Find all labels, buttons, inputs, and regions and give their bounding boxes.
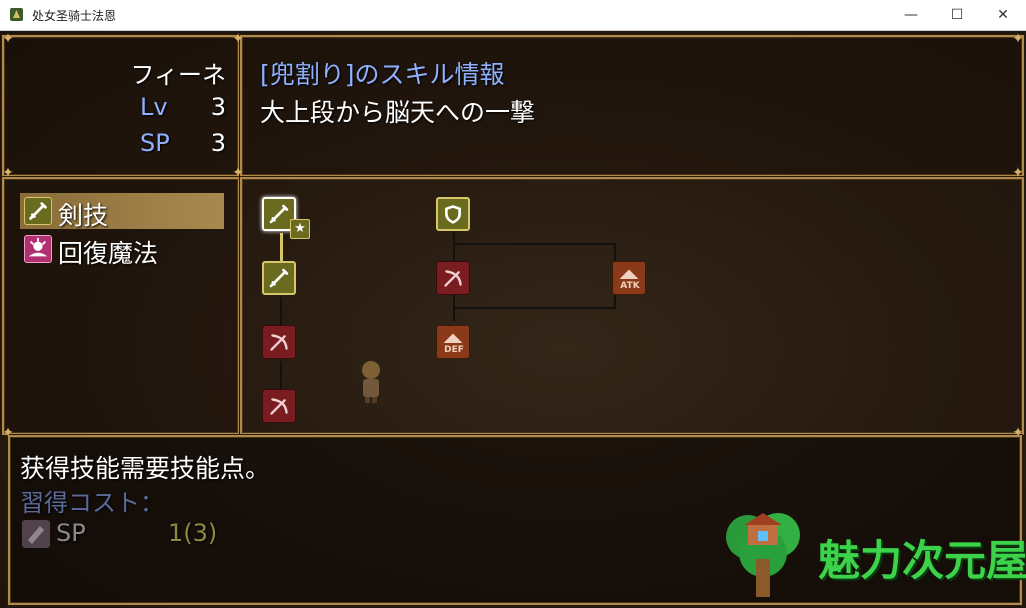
game-screen: フィーネ Lv 3 SP 3 [兜割り]のスキル情報 大上段から脳天への一撃 剣… [0, 31, 1026, 608]
scroll-icon [22, 520, 50, 548]
tree-connector [454, 307, 614, 309]
cost-label: 習得コスト： [20, 489, 164, 517]
tree-connector [280, 361, 282, 391]
tree-connector [453, 291, 455, 321]
minimize-button[interactable]: — [888, 0, 934, 30]
skill-description: 大上段から脳天への一撃 [260, 98, 536, 127]
category-panel: 剣技 回復魔法 [2, 177, 240, 435]
tree-connector [453, 233, 455, 263]
status-panel: フィーネ Lv 3 SP 3 [2, 35, 240, 177]
tree-connector [454, 243, 614, 245]
category-label-heal-magic: 回復魔法 [58, 239, 159, 268]
watermark-text: 魅力次元屋 [818, 536, 1026, 585]
atk-label: ATK [620, 281, 640, 291]
ornament-icon: ✦ [2, 425, 14, 441]
sword-icon [24, 197, 52, 225]
window-titlebar: 处女圣骑士法恩 — ☐ ✕ [0, 0, 1026, 31]
treehouse-logo [718, 509, 808, 599]
skill-info-panel: [兜割り]のスキル情報 大上段から脳天への一撃 [240, 35, 1024, 177]
ornament-icon: ✦ [1012, 31, 1024, 47]
skill-tree-panel: ★ DEF ATK [240, 177, 1024, 435]
category-label-sword: 剣技 [58, 201, 109, 230]
atk-up-node[interactable]: ATK [612, 261, 646, 295]
category-item-heal-magic[interactable]: 回復魔法 [20, 231, 224, 268]
shield-icon[interactable] [436, 197, 470, 231]
heal-magic-icon [24, 235, 52, 263]
window-title: 处女圣骑士法恩 [32, 9, 117, 23]
ornament-icon: ✦ [1012, 165, 1024, 181]
tree-connector [280, 297, 282, 327]
character-name: フィーネ [130, 61, 226, 89]
tree-connector [280, 233, 283, 263]
level-value: 3 [210, 93, 226, 121]
star-icon: ★ [290, 219, 310, 239]
def-label: DEF [444, 345, 464, 355]
sp-value: 3 [210, 129, 226, 157]
ornament-icon: ✦ [2, 165, 14, 181]
skill-info-title: [兜割り]のスキル情報 [260, 60, 505, 89]
ornament-icon: ✦ [2, 31, 14, 47]
category-item-sword[interactable]: 剣技 [20, 193, 224, 230]
sp-label: SP [140, 129, 170, 157]
ornament-icon: ✦ [232, 165, 244, 181]
cost-sp-label: SP [56, 519, 86, 547]
skill-node-locked[interactable] [436, 261, 470, 295]
close-button[interactable]: ✕ [980, 0, 1026, 30]
ornament-icon: ✦ [232, 31, 244, 47]
level-label: Lv [140, 93, 168, 121]
skill-node-locked[interactable] [262, 389, 296, 423]
message-text: 获得技能需要技能点。 [20, 454, 271, 483]
maximize-button[interactable]: ☐ [934, 0, 980, 30]
app-icon [9, 7, 24, 22]
skill-node-learned[interactable] [262, 261, 296, 295]
character-sprite [356, 359, 386, 403]
ornament-icon: ✦ [1012, 425, 1024, 441]
cost-sp-value: 1(3) [168, 519, 218, 547]
def-up-node[interactable]: DEF [436, 325, 470, 359]
tree-connector [614, 243, 616, 261]
skill-node-locked[interactable] [262, 325, 296, 359]
